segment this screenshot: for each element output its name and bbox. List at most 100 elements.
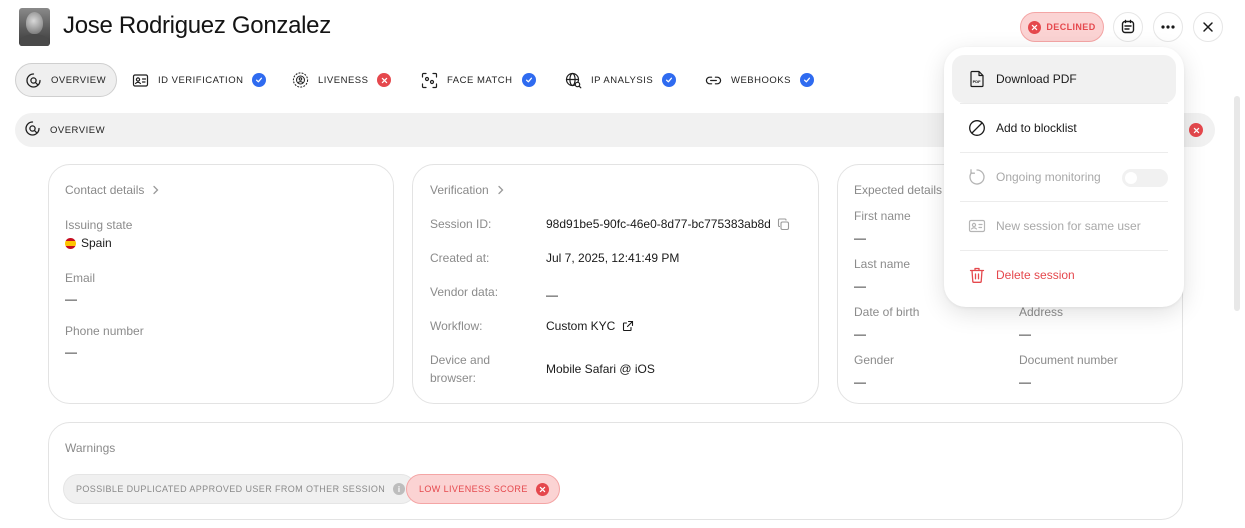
- avatar: [19, 8, 50, 46]
- refresh-icon: [969, 169, 985, 185]
- vendor-data-label: Vendor data:: [430, 285, 499, 299]
- verification-title[interactable]: Verification: [430, 183, 505, 197]
- id-card-icon: [968, 219, 986, 233]
- close-button[interactable]: [1193, 12, 1223, 42]
- section-label: OVERVIEW: [50, 124, 106, 136]
- menu-ongoing-monitoring: Ongoing monitoring: [952, 153, 1176, 201]
- menu-item-label: Delete session: [996, 268, 1075, 282]
- declined-icon: [1189, 123, 1203, 137]
- overview-icon: [24, 120, 41, 140]
- device-label-line2: browser:: [430, 371, 477, 385]
- info-icon: i: [393, 483, 406, 495]
- issuing-state-label: Issuing state: [65, 218, 133, 232]
- device-label-line1: Device and: [430, 353, 491, 367]
- more-actions-button[interactable]: [1153, 12, 1183, 42]
- contact-details-title[interactable]: Contact details: [65, 183, 160, 197]
- approved-icon: [521, 73, 536, 87]
- svg-text:PDF: PDF: [973, 79, 982, 84]
- email-value: —: [65, 292, 77, 306]
- external-link-icon: [623, 320, 634, 332]
- address-label: Address: [1019, 305, 1064, 319]
- gender-value: —: [854, 375, 866, 389]
- card-title-text: Contact details: [65, 183, 145, 197]
- menu-new-session: New session for same user: [952, 202, 1176, 250]
- gender-label: Gender: [854, 353, 895, 367]
- device-value: Mobile Safari @ iOS: [546, 362, 655, 376]
- spain-flag-icon: [65, 237, 76, 249]
- menu-item-label: Add to blocklist: [996, 121, 1077, 135]
- more-icon: [1161, 25, 1175, 29]
- warning-chip-low-liveness[interactable]: LOW LIVENESS SCORE: [406, 474, 560, 504]
- tab-label: IP ANALYSIS: [591, 74, 654, 86]
- menu-add-to-blocklist[interactable]: Add to blocklist: [952, 104, 1176, 152]
- warnings-card: Warnings POSSIBLE DUPLICATED APPROVED US…: [48, 422, 1183, 520]
- workflow-label: Workflow:: [430, 319, 483, 333]
- block-icon: [969, 120, 985, 136]
- created-at-label: Created at:: [430, 251, 490, 265]
- warning-chip-label: POSSIBLE DUPLICATED APPROVED USER FROM O…: [76, 484, 386, 494]
- tab-label: LIVENESS: [318, 74, 369, 86]
- monitoring-toggle[interactable]: [1122, 169, 1168, 187]
- tab-label: FACE MATCH: [447, 74, 513, 86]
- tab-ip-analysis[interactable]: IP ANALYSIS: [565, 63, 677, 97]
- session-id-label: Session ID:: [430, 217, 492, 231]
- declined-icon: [1028, 20, 1042, 34]
- status-badge-label: DECLINED: [1046, 22, 1096, 32]
- link-icon: [705, 72, 722, 89]
- first-name-label: First name: [854, 209, 911, 223]
- document-number-value: —: [1019, 375, 1031, 389]
- tab-label: ID VERIFICATION: [158, 74, 244, 86]
- status-badge: DECLINED: [1020, 12, 1104, 42]
- globe-search-icon: [565, 72, 582, 89]
- page-title: Jose Rodriguez Gonzalez: [63, 12, 331, 39]
- face-match-icon: [421, 72, 438, 89]
- warning-chip-label: LOW LIVENESS SCORE: [419, 484, 528, 494]
- session-id-value: 98d91be5-90fc-46e0-8d77-bc775383ab8d: [546, 217, 790, 231]
- dob-value: —: [854, 327, 866, 341]
- phone-label: Phone number: [65, 324, 144, 338]
- menu-item-label: Ongoing monitoring: [996, 170, 1101, 184]
- menu-item-label: Download PDF: [996, 72, 1077, 86]
- tab-liveness[interactable]: LIVENESS: [292, 63, 392, 97]
- document-number-label: Document number: [1019, 353, 1118, 367]
- tab-id-verification[interactable]: ID VERIFICATION: [132, 63, 267, 97]
- approved-icon: [662, 73, 677, 87]
- expected-details-title: Expected details: [854, 183, 943, 197]
- declined-icon: [535, 482, 549, 496]
- workflow-value[interactable]: Custom KYC: [546, 319, 634, 333]
- notes-button[interactable]: [1113, 12, 1143, 42]
- scrollbar[interactable]: [1234, 96, 1240, 311]
- warning-chip-duplicate[interactable]: POSSIBLE DUPLICATED APPROVED USER FROM O…: [63, 474, 417, 504]
- copy-icon[interactable]: [777, 217, 790, 231]
- issuing-state-value: Spain: [65, 236, 112, 250]
- liveness-icon: [292, 72, 309, 89]
- verification-card: Verification Session ID: 98d91be5-90fc-4…: [412, 164, 819, 404]
- tab-overview[interactable]: OVERVIEW: [15, 63, 118, 97]
- menu-item-label: New session for same user: [996, 219, 1141, 233]
- pdf-file-icon: PDF: [970, 70, 984, 88]
- approved-icon: [799, 73, 814, 87]
- tab-face-match[interactable]: FACE MATCH: [421, 63, 536, 97]
- close-icon: [1203, 22, 1213, 32]
- address-value: —: [1019, 327, 1031, 341]
- dob-label: Date of birth: [854, 305, 920, 319]
- approved-icon: [252, 73, 267, 87]
- workflow-text: Custom KYC: [546, 319, 616, 333]
- vendor-data-value: —: [546, 288, 558, 302]
- tab-bar: OVERVIEW ID VERIFICATION LIVENESS FACE M…: [15, 63, 915, 97]
- menu-download-pdf[interactable]: PDF Download PDF: [952, 55, 1176, 103]
- phone-value: —: [65, 345, 77, 359]
- chevron-right-icon: [498, 185, 504, 195]
- email-label: Email: [65, 271, 96, 285]
- issuing-state-text: Spain: [81, 236, 112, 250]
- tab-label: OVERVIEW: [51, 74, 107, 86]
- card-title-text: Verification: [430, 183, 489, 197]
- trash-icon: [969, 267, 985, 283]
- id-card-icon: [132, 72, 149, 89]
- menu-delete-session[interactable]: Delete session: [952, 251, 1176, 299]
- last-name-label: Last name: [854, 257, 911, 271]
- last-name-value: —: [854, 279, 866, 293]
- first-name-value: —: [854, 231, 866, 245]
- tab-webhooks[interactable]: WEBHOOKS: [705, 63, 814, 97]
- contact-details-card: Contact details Issuing state Spain Emai…: [48, 164, 394, 404]
